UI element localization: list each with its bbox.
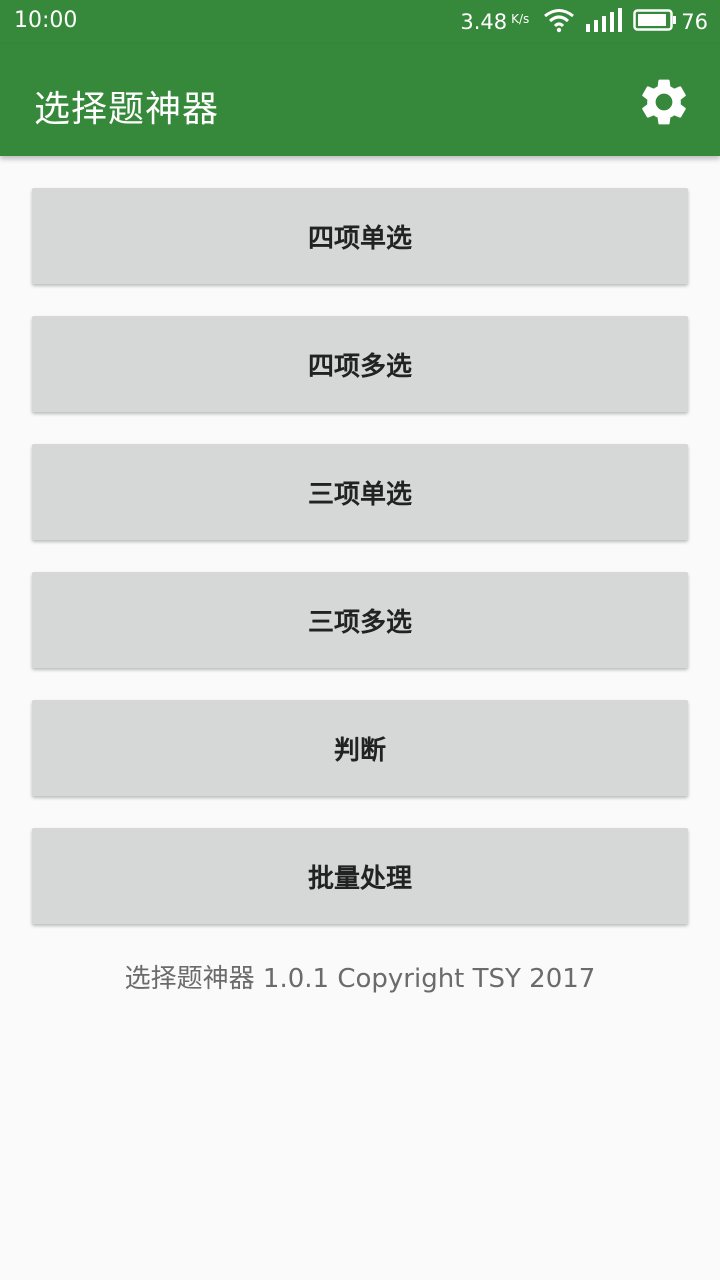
network-speed-unit: K/s: [511, 12, 530, 26]
network-speed: 3.48 K/s: [460, 10, 529, 34]
three-option-multiple-button[interactable]: 三项多选: [32, 572, 688, 668]
wifi-icon: [543, 7, 575, 37]
signal-icon: [585, 8, 623, 36]
status-indicators: 3.48 K/s 76: [460, 8, 708, 36]
status-bar: 10:00 3.48 K/s 76: [0, 0, 720, 44]
footer-copyright: 选择题神器 1.0.1 Copyright TSY 2017: [124, 964, 596, 994]
mode-menu: 四项单选 四项多选 三项单选 三项多选 判断 批量处理: [32, 188, 688, 956]
status-time: 10:00: [14, 8, 78, 33]
settings-button[interactable]: [636, 74, 692, 130]
four-option-multiple-button[interactable]: 四项多选: [32, 316, 688, 412]
app-bar: 选择题神器: [0, 44, 720, 156]
true-false-button[interactable]: 判断: [32, 700, 688, 796]
three-option-single-button[interactable]: 三项单选: [32, 444, 688, 540]
battery-level: 76: [681, 10, 708, 34]
batch-process-button[interactable]: 批量处理: [32, 828, 688, 924]
app-title: 选择题神器: [34, 89, 220, 130]
battery-icon: [633, 9, 677, 35]
four-option-single-button[interactable]: 四项单选: [32, 188, 688, 284]
network-speed-value: 3.48: [460, 10, 508, 34]
gear-icon: [642, 79, 686, 125]
